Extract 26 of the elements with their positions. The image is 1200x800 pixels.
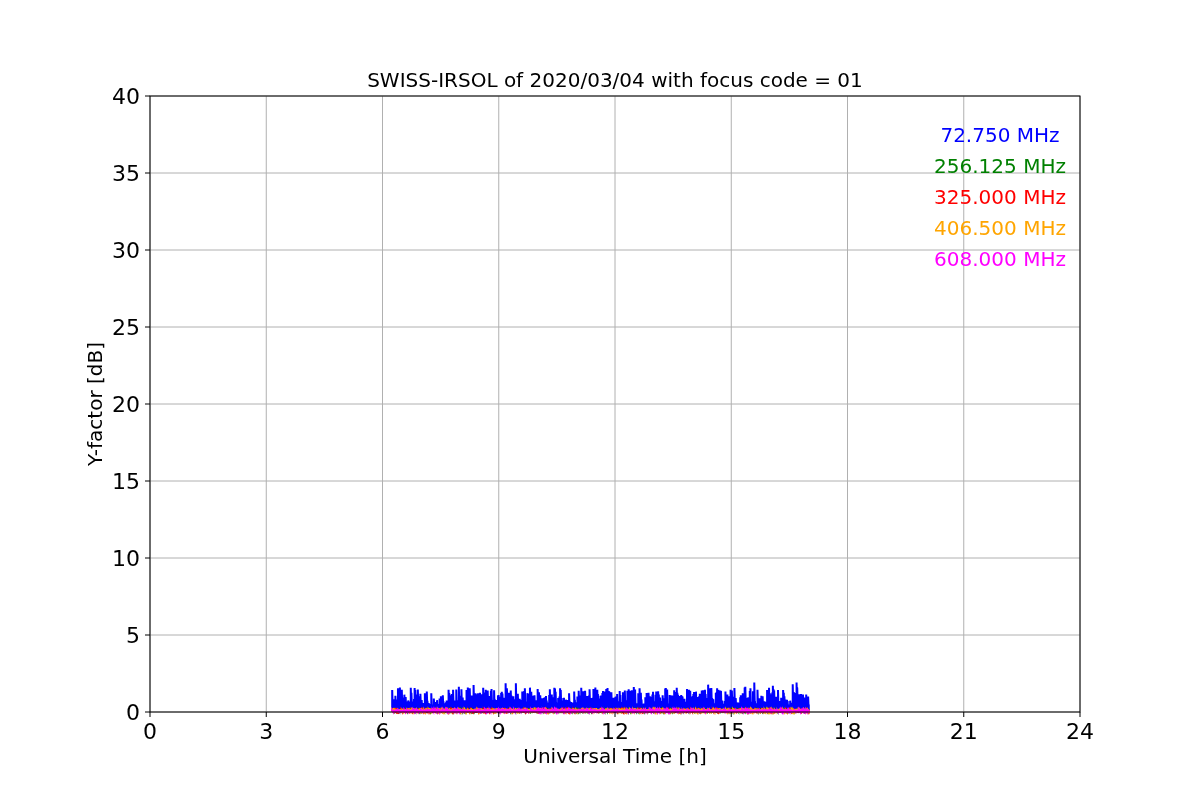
x-tick-label: 12 [601,719,629,744]
x-tick-label: 3 [259,719,274,744]
x-tick-label: 21 [949,719,978,744]
y-tick-label: 35 [112,161,140,186]
y-axis-label: Y-factor [dB] [83,342,107,466]
y-tick-label: 20 [112,392,140,417]
x-tick-label: 9 [491,719,506,744]
x-tick-label: 0 [143,719,157,744]
y-tick-label: 5 [126,623,140,648]
y-tick-label: 30 [112,238,140,263]
x-tick-label: 6 [375,719,390,744]
y-tick-label: 25 [112,315,140,340]
legend-label: 608.000 MHz [934,247,1066,271]
legend-label: 325.000 MHz [934,185,1066,209]
x-tick-label: 18 [833,719,862,744]
y-tick-label: 40 [112,84,140,109]
x-axis-label: Universal Time [h] [523,744,707,768]
y-tick-label: 0 [126,700,140,725]
legend-label: 256.125 MHz [934,154,1066,178]
legend-label: 72.750 MHz [940,123,1060,147]
y-tick-label: 15 [112,469,140,494]
x-tick-label: 24 [1066,719,1094,744]
x-tick-label: 15 [717,719,746,744]
chart-title: SWISS-IRSOL of 2020/03/04 with focus code = 01 [367,68,863,92]
y-tick-label: 10 [112,546,140,571]
legend-label: 406.500 MHz [934,216,1066,240]
